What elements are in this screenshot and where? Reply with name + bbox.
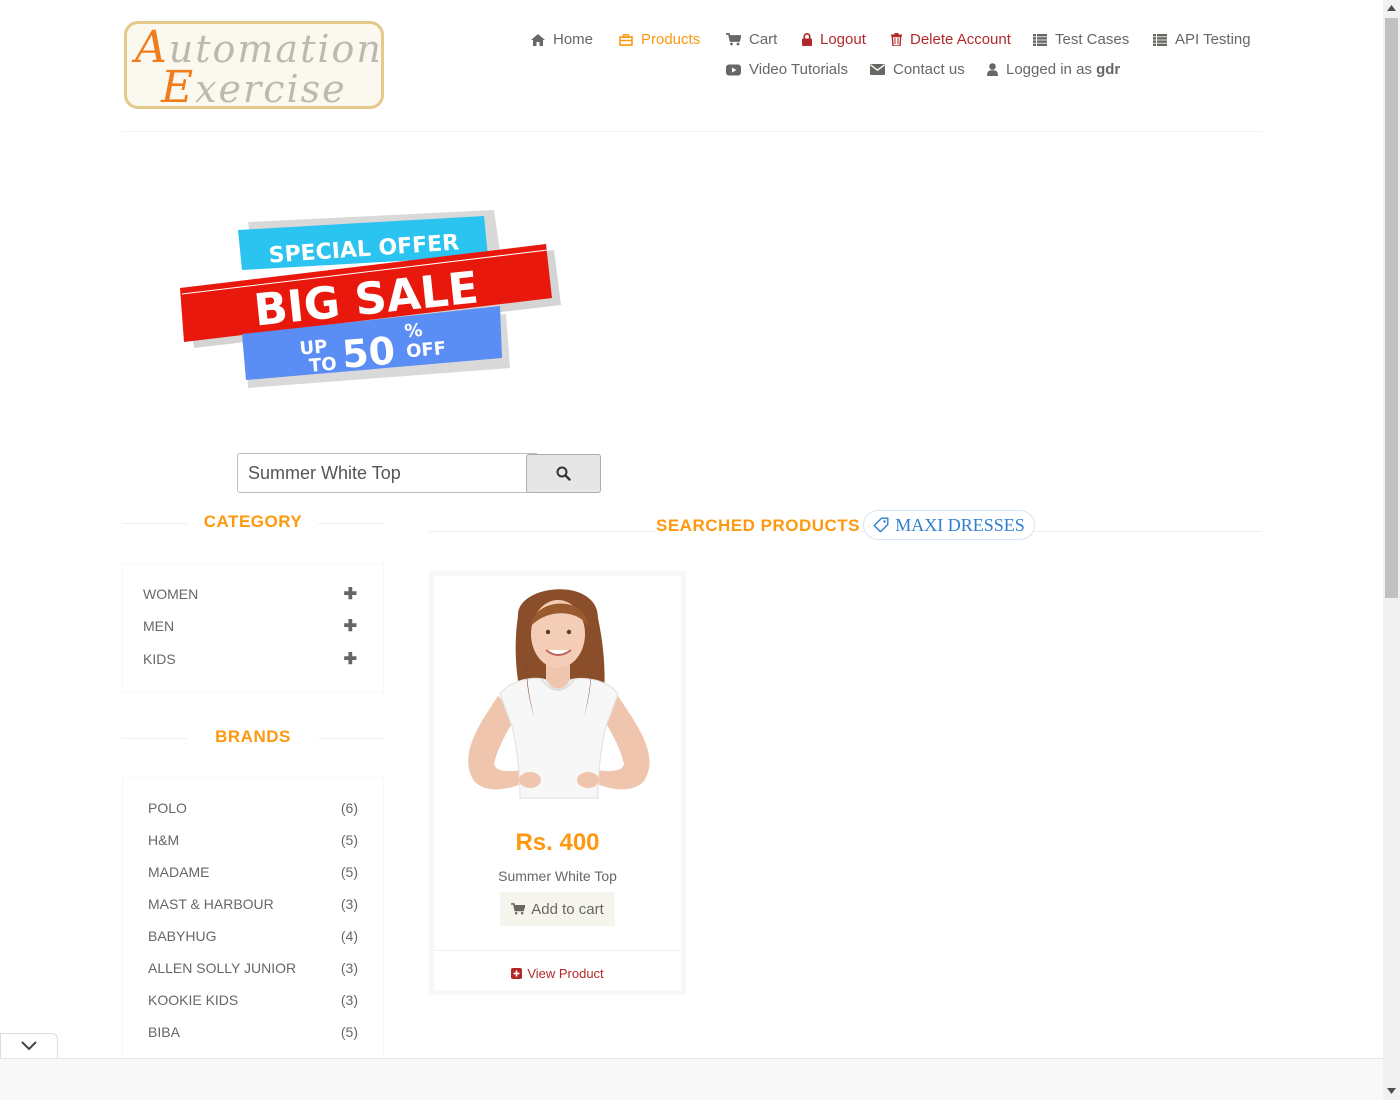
search-icon: [556, 466, 571, 481]
special-offer-banner: SPECIAL OFFER BIG SALE UP TO 50 % OFF: [180, 210, 561, 388]
maxi-dresses-tag[interactable]: MAXI DRESSES: [863, 510, 1035, 540]
product-card-inner: Rs. 400 Summer White Top Add to cart Vie…: [434, 576, 681, 990]
home-icon: [531, 33, 545, 46]
category-title: CATEGORY: [203, 512, 303, 531]
banner-percent: %: [404, 320, 424, 342]
brand-item[interactable]: ALLEN SOLLY JUNIOR (3): [148, 960, 358, 976]
brand-item[interactable]: POLO (6): [148, 800, 358, 816]
username: gdr: [1096, 61, 1121, 78]
brand-item[interactable]: MADAME (5): [148, 864, 358, 880]
plus-icon[interactable]: ✚: [344, 649, 357, 669]
category-title-line-right: [318, 523, 384, 524]
search-input[interactable]: [237, 453, 537, 493]
trash-icon: [891, 33, 902, 46]
header-divider: [122, 131, 1262, 132]
nav-home[interactable]: Home: [531, 31, 593, 48]
brands-panel: POLO (6) H&M (5) MADAME (5) MAST & HARBOUR(…: [122, 777, 384, 1067]
nav-delete-account[interactable]: Delete Account: [891, 31, 1011, 48]
youtube-play-icon: [726, 64, 741, 75]
scroll-down-arrow-icon[interactable]: [1387, 1088, 1396, 1094]
products-icon: [619, 33, 633, 46]
brand-item[interactable]: MAST & HARBOUR (3): [148, 896, 358, 912]
scrollbar-thumb[interactable]: [1385, 18, 1398, 598]
cart-icon: [726, 33, 741, 46]
nav-video-tutorials[interactable]: Video Tutorials: [726, 61, 848, 78]
nav-contact-us[interactable]: Contact us: [870, 61, 965, 78]
nav-cart[interactable]: Cart: [726, 31, 777, 48]
banner-number: 50: [340, 328, 397, 376]
list-icon: [1033, 33, 1047, 46]
nav-products[interactable]: Products: [619, 31, 700, 48]
scroll-up-arrow-icon[interactable]: [1387, 5, 1396, 11]
view-product-link[interactable]: View Product: [434, 966, 681, 981]
nav-test-cases[interactable]: Test Cases: [1033, 31, 1129, 48]
brand-item[interactable]: BIBA (5): [148, 1024, 358, 1040]
category-item-kids[interactable]: KIDS ✚: [143, 649, 357, 669]
brands-title: BRANDS: [215, 727, 291, 746]
category-item-women[interactable]: WOMEN ✚: [143, 584, 357, 604]
brand-item[interactable]: BABYHUG (4): [148, 928, 358, 944]
nav-logout[interactable]: Logout: [802, 31, 866, 48]
banner-to: TO: [308, 354, 337, 377]
banner-off: OFF: [405, 338, 447, 362]
tag-icon: [873, 517, 889, 533]
chevron-down-icon: [21, 1041, 37, 1051]
product-price: Rs. 400: [515, 829, 600, 856]
product-card: Rs. 400 Summer White Top Add to cart Vie…: [429, 571, 686, 995]
logged-in-status: Logged in as gdr: [987, 61, 1120, 78]
brands-title-line-right: [318, 738, 384, 739]
product-image: [438, 576, 677, 806]
plus-square-icon: [511, 968, 523, 979]
brand-item[interactable]: H&M (5): [148, 832, 358, 848]
user-icon: [987, 63, 998, 76]
envelope-icon: [870, 64, 885, 75]
search-button[interactable]: [526, 454, 601, 493]
site-logo[interactable]: Automation Exercise: [124, 21, 384, 109]
category-item-men[interactable]: MEN ✚: [143, 616, 357, 636]
bottom-ad-bar: [0, 1058, 1383, 1100]
nav-api-testing[interactable]: API Testing: [1153, 31, 1251, 48]
cart-icon: [511, 903, 526, 915]
plus-icon[interactable]: ✚: [344, 616, 357, 636]
list-icon: [1153, 33, 1167, 46]
plus-icon[interactable]: ✚: [344, 584, 357, 604]
collapse-ad-button[interactable]: [0, 1033, 58, 1058]
add-to-cart-button[interactable]: Add to cart: [500, 892, 615, 926]
brand-item[interactable]: KOOKIE KIDS (3): [148, 992, 358, 1008]
category-panel: WOMEN ✚ MEN ✚ KIDS ✚: [122, 563, 384, 693]
card-divider: [434, 950, 681, 951]
searched-products-title: SEARCHED PRODUCTS: [656, 516, 861, 536]
lock-icon: [802, 33, 812, 46]
product-name: Summer White Top: [498, 868, 617, 884]
logo-line-2: Exercise: [161, 62, 347, 109]
